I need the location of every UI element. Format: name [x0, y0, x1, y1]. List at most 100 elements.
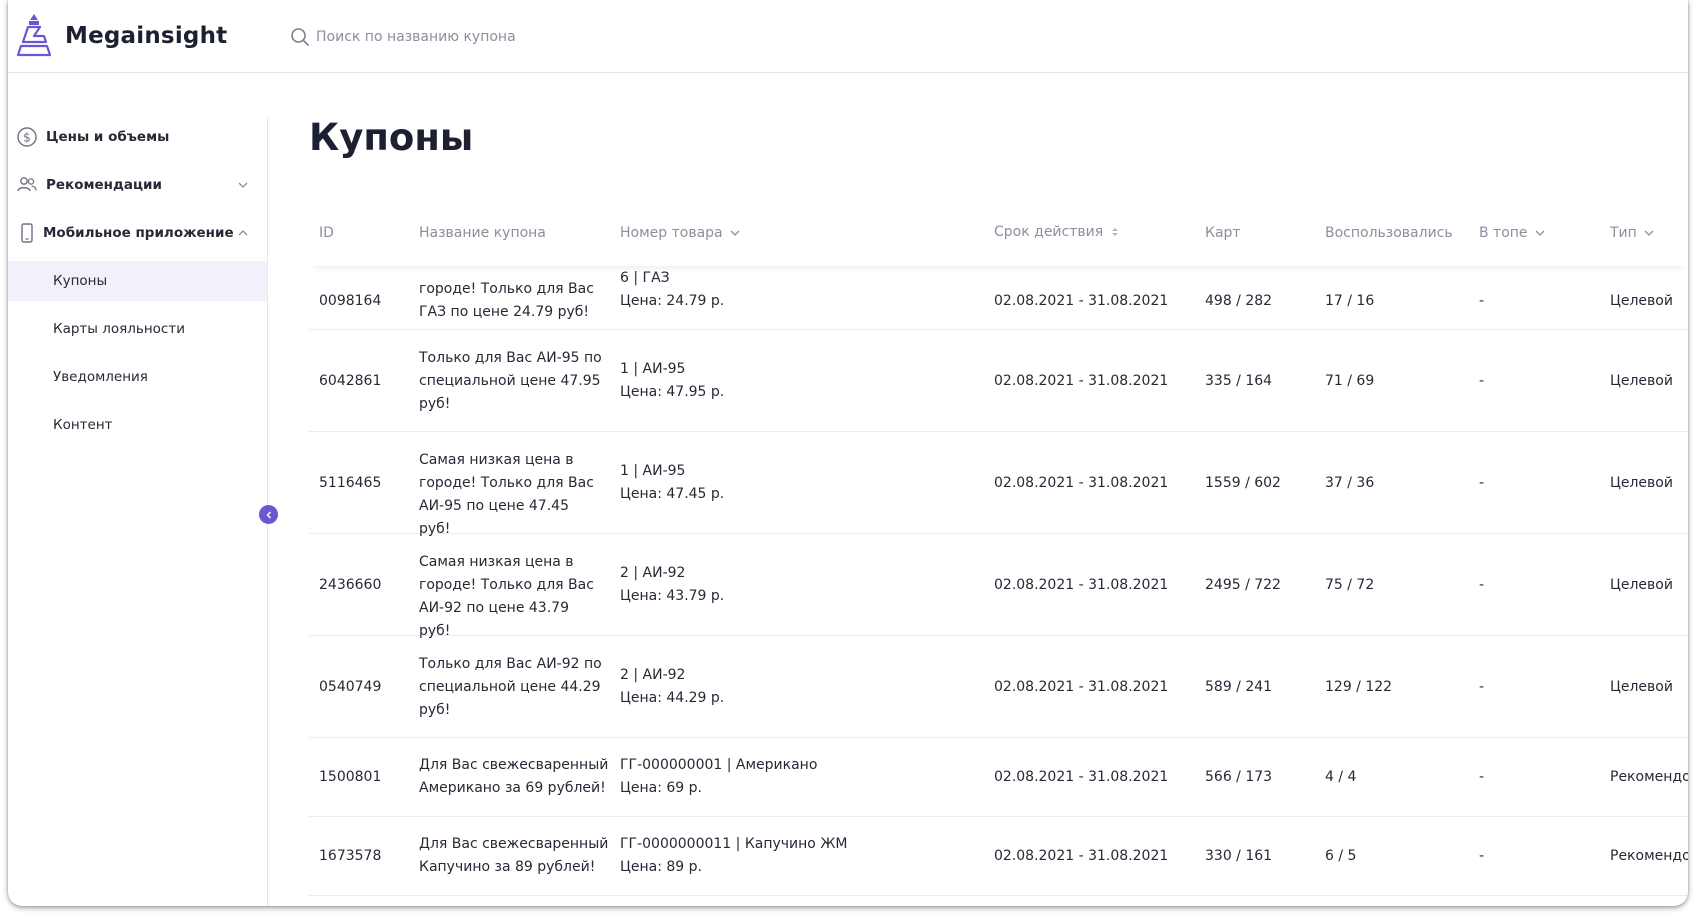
column-header-type[interactable]: Тип	[1610, 225, 1655, 241]
cell-period: 02.08.2021 - 31.08.2021	[994, 848, 1169, 864]
cell-cards: 589 / 241	[1205, 679, 1273, 695]
cell-used: 6 / 5	[1325, 848, 1357, 864]
cell-name: Для Вас свежесваренный Американо за 69 р…	[419, 754, 619, 800]
sidebar-item-mobile-app[interactable]: Мобильное приложение	[8, 213, 267, 253]
sidebar-subitem-content[interactable]: Контент	[8, 405, 267, 445]
cell-used: 75 / 72	[1325, 577, 1375, 593]
cell-top: -	[1479, 373, 1485, 389]
cell-name: Только для Вас АИ-92 по специальной цене…	[419, 653, 604, 722]
sidebar-item-prices[interactable]: $ Цены и объемы	[8, 117, 267, 157]
cell-name-line: Для Вас свежесваренный	[419, 836, 609, 852]
cell-product-line: Цена: 44.29 р.	[620, 690, 725, 706]
table-row[interactable]: 0540749 Только для Вас АИ-92 по специаль…	[309, 636, 1688, 738]
chevron-left-icon	[265, 510, 271, 519]
column-header-cards[interactable]: Карт	[1205, 225, 1241, 241]
cell-product-line: 1 | АИ-95	[620, 463, 686, 479]
cell-id: 5116465	[319, 475, 382, 491]
search-bar[interactable]	[290, 26, 690, 48]
cell-type: Целевой	[1610, 293, 1673, 309]
cell-product-line: ГГ-000000001 | Американо	[620, 757, 818, 773]
top-header: Megainsight	[8, 0, 1688, 73]
cell-product-line: 2 | АИ-92	[620, 565, 686, 581]
chevron-down-icon[interactable]	[237, 179, 249, 191]
cell-cards: 566 / 173	[1205, 769, 1273, 785]
sidebar-subitem-label: Уведомления	[53, 369, 148, 385]
table-row[interactable]: 6042861 Только для Вас АИ-95 по специаль…	[309, 330, 1688, 432]
app-window: Megainsight $ Цены и объемы Реком	[8, 0, 1688, 906]
page-title: Купоны	[309, 116, 474, 159]
chevron-down-icon[interactable]	[1534, 227, 1546, 239]
column-header-used[interactable]: Воспользовались	[1325, 225, 1453, 241]
cell-period: 02.08.2021 - 31.08.2021	[994, 769, 1169, 785]
cell-name: Самая низкая цена в городе! Только для В…	[419, 551, 604, 643]
column-header-period[interactable]: Срок действия	[994, 224, 1121, 240]
table-row[interactable]: 0098164 городе! Только для Вас ГАЗ по це…	[309, 266, 1688, 330]
sidebar-subitem-notifications[interactable]: Уведомления	[8, 357, 267, 397]
cell-product-line: 6 | ГАЗ	[620, 270, 670, 286]
cell-top: -	[1479, 293, 1485, 309]
sidebar: $ Цены и объемы Рекомендации Мобильное п…	[8, 117, 268, 906]
cell-product: 6 | ГАЗ Цена: 24.79 р.	[620, 267, 724, 313]
dollar-circle-icon: $	[17, 127, 37, 147]
cell-product: 1 | АИ-95 Цена: 47.95 р.	[620, 358, 724, 404]
sidebar-collapse-button[interactable]	[259, 505, 278, 524]
column-header-top[interactable]: В топе	[1479, 225, 1546, 241]
cell-type: Рекомендова	[1610, 848, 1688, 864]
cell-used: 71 / 69	[1325, 373, 1375, 389]
column-header-name[interactable]: Название купона	[419, 225, 546, 241]
cell-top: -	[1479, 769, 1485, 785]
sidebar-item-label: Рекомендации	[46, 177, 162, 193]
sidebar-item-label: Мобильное приложение	[43, 225, 234, 241]
cell-used: 17 / 16	[1325, 293, 1375, 309]
cell-name: городе! Только для Вас ГАЗ по цене 24.79…	[419, 278, 604, 324]
column-header-label: Карт	[1205, 225, 1241, 241]
cell-period: 02.08.2021 - 31.08.2021	[994, 475, 1169, 491]
cell-name-line: Для Вас свежесваренный	[419, 757, 609, 773]
cell-id: 2436660	[319, 577, 382, 593]
cell-name: Только для Вас АИ-95 по специальной цене…	[419, 347, 604, 416]
search-input[interactable]	[316, 29, 676, 45]
column-header-product[interactable]: Номер товара	[620, 225, 741, 241]
cell-id: 1500801	[319, 769, 382, 785]
sidebar-subitem-coupons[interactable]: Купоны	[8, 261, 267, 301]
cell-top: -	[1479, 475, 1485, 491]
brand-name[interactable]: Megainsight	[65, 23, 227, 49]
sort-icon[interactable]	[1109, 226, 1121, 238]
users-icon	[17, 177, 37, 192]
cell-product: ГГ-0000000011 | Капучино ЖМ Цена: 89 р.	[620, 833, 847, 879]
chevron-down-icon[interactable]	[1643, 227, 1655, 239]
cell-name-line: Самая низкая цена в	[419, 554, 574, 570]
table-row[interactable]: 1673578 Для Вас свежесваренный Капучино …	[309, 817, 1688, 896]
cell-top: -	[1479, 679, 1485, 695]
cell-type: Целевой	[1610, 475, 1673, 491]
sidebar-item-recommendations[interactable]: Рекомендации	[8, 165, 267, 205]
chevron-down-icon[interactable]	[729, 227, 741, 239]
table-row[interactable]: 5116465 Самая низкая цена в городе! Толь…	[309, 432, 1688, 537]
column-header-label: ID	[319, 225, 334, 241]
table-row[interactable]: 2436660 Самая низкая цена в городе! Толь…	[309, 534, 1688, 639]
cell-product: 2 | АИ-92 Цена: 43.79 р.	[620, 562, 724, 608]
column-header-id[interactable]: ID	[319, 225, 334, 241]
cell-name-line: Капучино за 89 рублей!	[419, 859, 596, 875]
table-row[interactable]: 1500801 Для Вас свежесваренный Американо…	[309, 738, 1688, 817]
cell-name-line: городе! Только для Вас	[419, 577, 594, 593]
cell-name-line: Только для Вас АИ-92 по	[419, 656, 602, 672]
column-header-label: Срок действия	[994, 224, 1104, 240]
column-header-label: Тип	[1610, 225, 1637, 241]
cell-period: 02.08.2021 - 31.08.2021	[994, 679, 1169, 695]
megainsight-logo-icon[interactable]	[16, 12, 52, 58]
sidebar-subitem-loyalty-cards[interactable]: Карты лояльности	[8, 309, 267, 349]
cell-product-line: ГГ-0000000011 | Капучино ЖМ	[620, 836, 848, 852]
cell-name: Самая низкая цена в городе! Только для В…	[419, 449, 604, 541]
svg-text:$: $	[23, 131, 31, 145]
chevron-up-icon[interactable]	[237, 227, 249, 239]
column-header-label: Название купона	[419, 225, 546, 241]
cell-type: Целевой	[1610, 679, 1673, 695]
cell-product-line: Цена: 69 р.	[620, 780, 702, 796]
cell-product-line: Цена: 43.79 р.	[620, 588, 725, 604]
cell-used: 129 / 122	[1325, 679, 1393, 695]
table-header: ID Название купона Номер товара Срок дей…	[309, 210, 1688, 266]
cell-cards: 330 / 161	[1205, 848, 1273, 864]
cell-name-line: Только для Вас АИ-95 по	[419, 350, 602, 366]
cell-top: -	[1479, 577, 1485, 593]
